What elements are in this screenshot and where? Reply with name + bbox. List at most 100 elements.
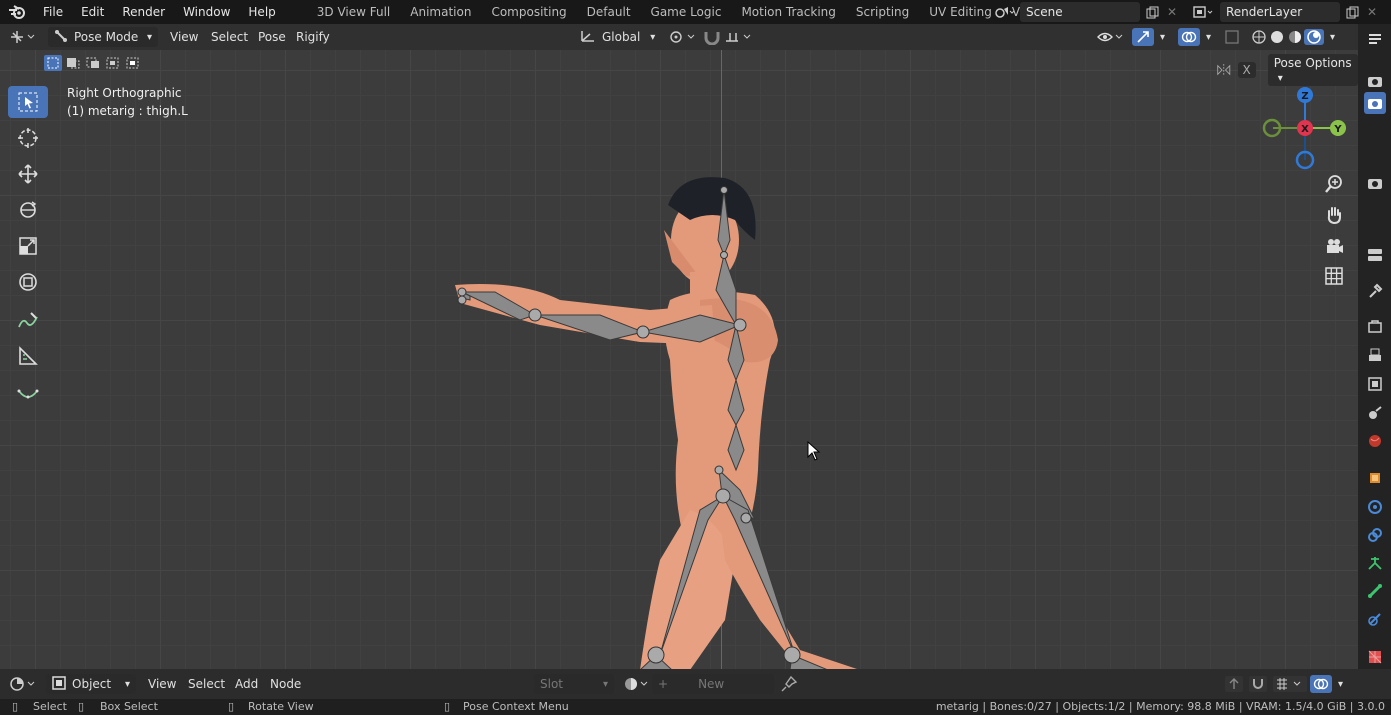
- render-layer-field[interactable]: RenderLayer: [1220, 2, 1340, 22]
- view-layer-panel-icon[interactable]: [1364, 244, 1386, 266]
- close-layer-icon[interactable]: ✕: [1364, 2, 1380, 22]
- bone-properties-icon[interactable]: [1364, 580, 1386, 602]
- render-properties-icon[interactable]: [1364, 316, 1386, 338]
- character-model[interactable]: [440, 170, 880, 669]
- node-overlay-toggle[interactable]: ▾: [1310, 674, 1343, 694]
- menu-window[interactable]: Window: [174, 0, 239, 24]
- shader-type-dropdown[interactable]: Object ▾: [46, 674, 136, 694]
- menu-render[interactable]: Render: [113, 0, 174, 24]
- overlay-icon: [1178, 28, 1200, 46]
- bone-envelope-tool[interactable]: [8, 378, 48, 410]
- menu-edit[interactable]: Edit: [72, 0, 113, 24]
- wireframe-shading-icon[interactable]: [1250, 29, 1268, 45]
- copy-scene-icon[interactable]: [1142, 2, 1162, 22]
- tab-animation[interactable]: Animation: [400, 0, 481, 24]
- pose-options-dropdown[interactable]: Pose Options ▾: [1267, 54, 1358, 86]
- output-properties-icon[interactable]: [1364, 344, 1386, 366]
- view-camera-icon[interactable]: [1364, 92, 1386, 114]
- snap-target-dropdown[interactable]: [724, 27, 754, 47]
- editor-type-button[interactable]: [8, 674, 38, 694]
- status-stats: metarig | Bones:0/27 | Objects:1/2 | Mem…: [935, 700, 1385, 713]
- material-browse-button[interactable]: [622, 674, 652, 694]
- menu-help[interactable]: Help: [239, 0, 284, 24]
- navigation-gizmo[interactable]: Z Y X: [1258, 84, 1354, 174]
- bone-constraint-properties-icon[interactable]: [1364, 608, 1386, 630]
- transform-tool[interactable]: [8, 266, 48, 298]
- rotate-tool[interactable]: [8, 194, 48, 226]
- material-shading-icon[interactable]: [1286, 29, 1304, 45]
- menu-view[interactable]: View: [148, 674, 176, 694]
- close-scene-icon[interactable]: ✕: [1164, 2, 1180, 22]
- xray-toggle[interactable]: [1224, 27, 1240, 47]
- pivot-point-button[interactable]: [668, 27, 698, 47]
- object-properties-icon[interactable]: [1364, 467, 1386, 489]
- select-invert-icon[interactable]: [104, 55, 122, 71]
- menu-select[interactable]: Select: [188, 674, 225, 694]
- tab-motion-tracking[interactable]: Motion Tracking: [731, 0, 845, 24]
- measure-tool[interactable]: [8, 340, 48, 372]
- render-layer-selector-icon[interactable]: [1190, 2, 1218, 22]
- zoom-button[interactable]: [1320, 170, 1348, 198]
- chevron-down-icon[interactable]: ▾: [1330, 32, 1335, 43]
- parent-node-tree-button[interactable]: [1224, 674, 1244, 694]
- snapshot-camera-icon[interactable]: [1364, 172, 1386, 194]
- menu-view[interactable]: View: [170, 27, 198, 47]
- scene-name-field[interactable]: Scene: [1020, 2, 1140, 22]
- gizmo-toggle[interactable]: ▾: [1132, 27, 1165, 47]
- mirror-icon[interactable]: [1216, 61, 1232, 79]
- scene-selector-icon[interactable]: [990, 2, 1018, 22]
- node-snap-toggle[interactable]: [1248, 674, 1268, 694]
- mode-selector[interactable]: Pose Mode ▾: [48, 27, 158, 47]
- tab-3d-view-full[interactable]: 3D View Full: [307, 0, 401, 24]
- annotate-tool[interactable]: [8, 304, 48, 336]
- pan-button[interactable]: [1320, 201, 1348, 229]
- pin-button[interactable]: [780, 674, 798, 694]
- world-properties-icon[interactable]: [1364, 430, 1386, 452]
- tab-compositing[interactable]: Compositing: [481, 0, 576, 24]
- modifier-properties-icon[interactable]: [1364, 496, 1386, 518]
- view-layer-properties-icon[interactable]: [1364, 373, 1386, 395]
- select-new-icon[interactable]: [44, 55, 62, 71]
- select-extend-icon[interactable]: [64, 55, 82, 71]
- editor-type-button[interactable]: [8, 27, 36, 47]
- mirror-x-toggle[interactable]: X: [1237, 62, 1256, 78]
- menu-add[interactable]: Add: [235, 674, 258, 694]
- status-select: Select: [33, 700, 67, 713]
- copy-layer-icon[interactable]: [1342, 2, 1362, 22]
- tab-scripting[interactable]: Scripting: [846, 0, 919, 24]
- scale-tool[interactable]: [8, 230, 48, 262]
- slot-dropdown[interactable]: Slot ▾: [534, 674, 614, 694]
- tab-default[interactable]: Default: [577, 0, 641, 24]
- scene-properties-icon[interactable]: [1364, 402, 1386, 424]
- menu-file[interactable]: File: [34, 0, 72, 24]
- texture-properties-icon[interactable]: [1364, 646, 1386, 668]
- node-snap-target-dropdown[interactable]: [1272, 674, 1308, 694]
- rendered-shading-icon[interactable]: [1304, 29, 1324, 45]
- armature-bones[interactable]: [457, 186, 828, 670]
- menu-rigify[interactable]: Rigify: [296, 27, 330, 47]
- blender-logo-icon[interactable]: [0, 4, 34, 20]
- new-material-button[interactable]: + New: [652, 674, 774, 694]
- solid-shading-icon[interactable]: [1268, 29, 1286, 45]
- tab-game-logic[interactable]: Game Logic: [641, 0, 732, 24]
- menu-node[interactable]: Node: [270, 674, 301, 694]
- armature-data-icon[interactable]: [1364, 552, 1386, 574]
- cursor-tool[interactable]: [8, 122, 48, 154]
- menu-pose[interactable]: Pose: [258, 27, 286, 47]
- transform-orientation-dropdown[interactable]: Global ▾: [580, 27, 655, 47]
- visibility-dropdown[interactable]: [1096, 27, 1126, 47]
- render-camera-icon[interactable]: [1364, 70, 1386, 92]
- overlay-toggle[interactable]: ▾: [1178, 27, 1211, 47]
- constraint-properties-icon[interactable]: [1364, 524, 1386, 546]
- camera-view-button[interactable]: [1320, 232, 1348, 260]
- select-subtract-icon[interactable]: [84, 55, 102, 71]
- move-tool[interactable]: [8, 158, 48, 190]
- snap-toggle[interactable]: [702, 27, 722, 47]
- select-box-tool[interactable]: [8, 86, 48, 118]
- select-intersect-icon[interactable]: [124, 55, 142, 71]
- menu-select[interactable]: Select: [211, 27, 248, 47]
- tools-sidebar-icon[interactable]: [1364, 28, 1386, 50]
- 3d-viewport[interactable]: Right Orthographic (1) metarig : thigh.L…: [0, 50, 1358, 669]
- tool-settings-icon[interactable]: [1364, 280, 1386, 302]
- perspective-toggle-button[interactable]: [1320, 262, 1348, 290]
